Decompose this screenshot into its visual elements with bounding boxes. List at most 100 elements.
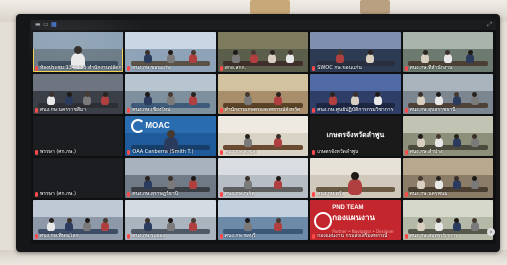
participant-figure bbox=[143, 222, 152, 232]
video-conference-screen: ▬ ▭ ▦ ⤢ ห้องประชุม 134-135 สำนักงานปลัดก… bbox=[31, 20, 496, 244]
participant-figure bbox=[286, 54, 295, 64]
participant-name-label: ศนง.กษ.อุบลราชธานี bbox=[409, 107, 456, 113]
tile-background bbox=[33, 200, 124, 217]
participant-figure bbox=[243, 180, 252, 190]
restore-icon[interactable]: ▭ bbox=[43, 22, 49, 28]
participant-figure bbox=[231, 54, 240, 64]
muted-mic-icon bbox=[219, 192, 223, 197]
participant-tile[interactable]: MOAC OAA Canberra (Smith T.) bbox=[125, 116, 216, 156]
participant-figure bbox=[470, 222, 479, 232]
participant-name-label: ศนง.กษ.สุราษฎร์ธานี bbox=[132, 191, 179, 197]
participant-head bbox=[352, 91, 358, 97]
minimize-icon[interactable]: ▬ bbox=[35, 22, 41, 28]
participant-tile[interactable]: SWOC กษ.ขอนแก่น bbox=[310, 32, 401, 72]
participant-head bbox=[418, 91, 424, 97]
participant-figure bbox=[466, 54, 475, 64]
participant-head bbox=[275, 133, 281, 139]
muted-mic-icon bbox=[404, 150, 408, 155]
participant-head bbox=[190, 91, 196, 97]
participant-tile[interactable]: ศนง.กษ.ขอนแก่น bbox=[125, 32, 216, 72]
participant-figure bbox=[243, 138, 252, 148]
participant-figure bbox=[443, 54, 452, 64]
participant-figure bbox=[434, 96, 443, 106]
participant-figure bbox=[83, 222, 92, 232]
participant-head bbox=[102, 217, 108, 223]
participant-tile[interactable]: ศนง.กษ.อุบลราชธานี bbox=[402, 74, 493, 114]
participant-figure bbox=[348, 179, 363, 195]
participant-figure bbox=[101, 96, 110, 106]
participant-tile[interactable]: ศนง.กษ.ศูนย์ปฏิบัติการกรมวิชาการ bbox=[310, 74, 401, 114]
participant-figure bbox=[47, 222, 56, 232]
tile-background bbox=[402, 116, 493, 133]
participant-name-label: ห้องประชุม 134-135 สำนักงานปลัดกระทรวง bbox=[40, 65, 123, 71]
participant-name-label: พรรษา (ศก.กษ.) bbox=[40, 191, 76, 197]
next-page-icon[interactable]: › bbox=[487, 228, 495, 236]
tile-background bbox=[33, 74, 124, 91]
participant-tile[interactable]: ศนง.กษ.ชลบุรี bbox=[217, 200, 309, 240]
participant-figure bbox=[249, 54, 258, 64]
participant-tile[interactable]: ศนง.กษ.เชียงใหม่ bbox=[125, 74, 216, 114]
participant-tile[interactable]: พรรษา (ศก.กษ.) bbox=[33, 116, 124, 156]
participant-tile[interactable]: ศนง.กษ.นครพนม bbox=[402, 158, 493, 198]
participant-head bbox=[84, 91, 90, 97]
participant-figure bbox=[243, 96, 252, 106]
participant-figure bbox=[452, 180, 461, 190]
participant-head bbox=[418, 175, 424, 181]
participant-figure bbox=[166, 96, 175, 106]
participant-figure bbox=[274, 96, 283, 106]
participant-figure bbox=[268, 54, 277, 64]
participant-figure bbox=[143, 180, 152, 190]
muted-mic-icon bbox=[127, 150, 131, 155]
participant-tile[interactable]: ศนง.กษ.ภูเก็ต bbox=[217, 158, 309, 198]
participant-figure bbox=[470, 96, 479, 106]
participant-tile[interactable]: PND TEAM กองแผนงาน Partner • Navigator • D… bbox=[310, 200, 401, 240]
participant-figure bbox=[47, 96, 56, 106]
muted-mic-icon bbox=[312, 192, 316, 197]
participant-head bbox=[84, 217, 90, 223]
participant-name-label: สกอ.สกก. bbox=[224, 65, 247, 71]
participant-tile[interactable]: ศนง.กษ.พิษณุโลก bbox=[33, 200, 124, 240]
participant-tile[interactable]: ศนง.กษ.สุราษฎร์ธานี bbox=[125, 158, 216, 198]
participant-figure bbox=[274, 222, 283, 232]
muted-mic-icon bbox=[312, 66, 316, 71]
participant-figure bbox=[189, 180, 198, 190]
participant-tile[interactable]: ศนง.กษ.นครราชสีมา bbox=[33, 74, 124, 114]
participant-head bbox=[168, 175, 174, 181]
participant-figure bbox=[416, 138, 425, 148]
participant-name-label: ศนง.กษ.ภูเก็ต bbox=[224, 191, 255, 197]
participant-tile[interactable]: ศนง.กษ.ตรัง bbox=[310, 158, 401, 198]
participant-figure bbox=[452, 222, 461, 232]
tile-background bbox=[125, 32, 216, 49]
participant-figure bbox=[166, 222, 175, 232]
muted-mic-icon bbox=[312, 108, 316, 113]
participant-head bbox=[269, 49, 275, 55]
muted-mic-icon bbox=[35, 234, 38, 239]
participant-name-label: สำนักงานเกษตรและสหกรณ์จังหวัด bbox=[224, 107, 301, 113]
participant-figure bbox=[243, 222, 252, 232]
pnd-team-title: PND TEAM กองแผนงาน bbox=[332, 204, 375, 222]
expand-icon[interactable]: ⤢ bbox=[487, 22, 492, 28]
participant-tile[interactable]: ห้องประชุม 134-135 สำนักงานปลัดกระทรวง bbox=[33, 32, 124, 72]
participant-figure bbox=[434, 222, 443, 232]
participant-figure bbox=[434, 180, 443, 190]
participant-head bbox=[422, 49, 428, 55]
participant-tile[interactable]: พรรษา (ศก.กษ.) bbox=[33, 158, 124, 198]
muted-mic-icon bbox=[35, 150, 38, 155]
participant-tile[interactable]: ศนง.กษ.ลำปาง bbox=[402, 116, 493, 156]
participant-tile[interactable]: ศนง.กษ.สงขลา bbox=[217, 116, 309, 156]
participant-figure bbox=[274, 138, 283, 148]
participant-tile[interactable]: ศนง.กษ.ระยอง bbox=[125, 200, 216, 240]
participant-figure bbox=[470, 138, 479, 148]
participant-tile[interactable]: สกอ.สกก. bbox=[217, 32, 309, 72]
participant-tile[interactable]: ศนง.กษ.สมุทรปราการ bbox=[402, 200, 493, 240]
participant-head bbox=[275, 217, 281, 223]
grid-view-icon[interactable]: ▦ bbox=[51, 22, 57, 28]
participant-tile[interactable]: สำนักงานเกษตรและสหกรณ์จังหวัด bbox=[217, 74, 309, 114]
participant-figure bbox=[65, 96, 74, 106]
participant-tile[interactable]: เกษตรจังหวัดลำพูน เกษตรจังหวัดลำพูน bbox=[310, 116, 401, 156]
muted-mic-icon bbox=[404, 192, 408, 197]
participant-tile[interactable]: ศนง.กษ.ที่สำนักงาน bbox=[402, 32, 493, 72]
tile-background bbox=[402, 74, 493, 91]
participant-figure bbox=[351, 96, 360, 106]
participant-name-label: พรรษา (ศก.กษ.) bbox=[40, 149, 76, 155]
